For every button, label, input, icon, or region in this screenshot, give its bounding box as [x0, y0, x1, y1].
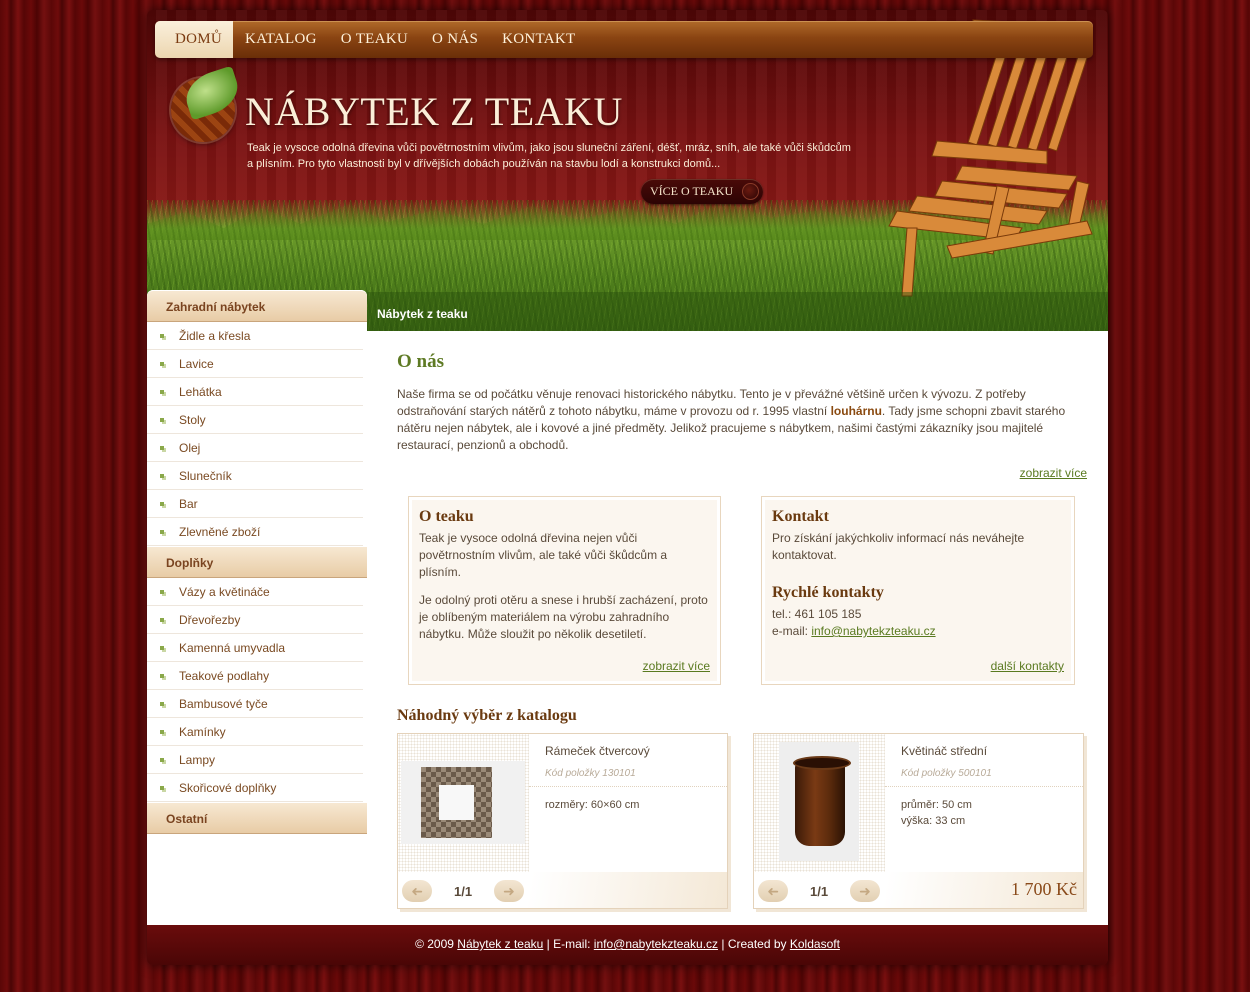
about-teak-text: Teak je vysoce odolná dřevina nejen vůči…: [419, 531, 668, 579]
sidebar-item[interactable]: Lavice: [147, 350, 363, 378]
site-title: NÁBYTEK Z TEAKU: [245, 89, 623, 134]
footer-separator: | E-mail:: [543, 937, 594, 951]
sidebar-category-garden-furniture[interactable]: Zahradní nábytek: [147, 290, 367, 322]
product-thumb-area: [398, 734, 529, 872]
footer-author-link[interactable]: Koldasoft: [790, 937, 840, 951]
square-frame-image: [421, 767, 492, 838]
breadcrumb-bar: [367, 292, 1108, 331]
product-thumb-area: [754, 734, 885, 872]
footer-site-link[interactable]: Nábytek z teaku: [457, 937, 543, 951]
quick-contacts-title: Rychlé kontakty: [772, 584, 884, 601]
product-name[interactable]: Rámeček čtvercový: [545, 744, 650, 758]
main-content: O nás Naše firma se od počátku věnuje re…: [367, 331, 1108, 925]
product-card: Květináč střední Kód položky 500101 prům…: [753, 733, 1084, 909]
sidebar-item[interactable]: Teakové podlahy: [147, 662, 363, 690]
sidebar-item[interactable]: Skořicové doplňky: [147, 774, 363, 802]
product-pager: ➜ 1/1 ➜: [398, 872, 727, 908]
breadcrumb: Nábytek z teaku: [377, 307, 468, 321]
product-name[interactable]: Květináč střední: [901, 744, 987, 758]
nav-catalog[interactable]: KATALOG: [233, 21, 329, 58]
contact-box: Kontakt Pro získání jakýchkoliv informac…: [761, 496, 1075, 685]
sidebar-item[interactable]: Dřevořezby: [147, 606, 363, 634]
next-arrow-icon[interactable]: ➜: [850, 880, 880, 902]
random-catalog-heading: Náhodný výběr z katalogu: [397, 707, 577, 724]
sidebar-item[interactable]: Bar: [147, 490, 363, 518]
prev-arrow-icon[interactable]: ➜: [758, 880, 788, 902]
nav-home[interactable]: DOMŮ: [155, 21, 234, 58]
main-navigation: DOMŮ KATALOG O TEAKU O NÁS KONTAKT: [155, 21, 1093, 58]
sidebar-item[interactable]: Lehátka: [147, 378, 363, 406]
more-about-teak-button[interactable]: VÍCE O TEAKU: [641, 179, 763, 204]
sidebar-item[interactable]: Olej: [147, 434, 363, 462]
footer-email-link[interactable]: info@nabytekzteaku.cz: [594, 937, 718, 951]
product-attribute: rozměry: 60×60 cm: [545, 799, 640, 811]
contact-email-line: e-mail: info@nabytekzteaku.cz: [772, 623, 1064, 640]
product-price: 1 700 Kč: [1011, 879, 1077, 899]
about-teak-text: Je odolný proti otěru a snese i hrubší z…: [419, 593, 708, 641]
product-attribute: průměr: 50 cm: [901, 799, 972, 811]
site-intro-text: Teak je vysoce odolná dřevina vůči povět…: [247, 142, 851, 170]
product-code: Kód položky 130101: [545, 768, 636, 779]
sidebar-item[interactable]: Židle a křesla: [147, 322, 363, 350]
sidebar-item[interactable]: Kamenná umyvadla: [147, 634, 363, 662]
sidebar-item[interactable]: Zlevněné zboží: [147, 518, 363, 546]
footer-copyright: © 2009: [415, 937, 458, 951]
flower-pot-image: [793, 756, 851, 846]
about-teak-title: O teaku: [419, 508, 474, 525]
sidebar-item[interactable]: Lampy: [147, 746, 363, 774]
nav-contact[interactable]: KONTAKT: [490, 21, 587, 58]
more-contacts-link[interactable]: další kontakty: [991, 659, 1064, 673]
about-us-text: Naše firma se od počátku věnuje renovaci…: [397, 386, 1087, 454]
pager-counter: 1/1: [810, 884, 829, 899]
sidebar-item[interactable]: Bambusové tyče: [147, 690, 363, 718]
sidebar-category-other[interactable]: Ostatní: [147, 802, 367, 834]
button-knob-icon: [742, 183, 759, 200]
prev-arrow-icon[interactable]: ➜: [402, 880, 432, 902]
contact-email-link[interactable]: info@nabytekzteaku.cz: [811, 624, 935, 638]
product-attribute: výška: 33 cm: [901, 815, 966, 827]
nav-about-teak[interactable]: O TEAKU: [329, 21, 420, 58]
sidebar: Zahradní nábytek Židle a křesla Lavice L…: [147, 290, 367, 925]
page-container: DOMŮ KATALOG O TEAKU O NÁS KONTAKT NÁBYT…: [147, 10, 1108, 965]
footer: © 2009 Nábytek z teaku | E-mail: info@na…: [147, 925, 1108, 965]
product-code: Kód položky 500101: [901, 768, 992, 779]
sidebar-item[interactable]: Stoly: [147, 406, 363, 434]
about-us-more-link[interactable]: zobrazit více: [1020, 466, 1087, 480]
page-title: O nás: [397, 351, 444, 372]
sidebar-item[interactable]: Kamínky: [147, 718, 363, 746]
contact-title: Kontakt: [772, 508, 829, 525]
product-card: Rámeček čtvercový Kód položky 130101 roz…: [397, 733, 728, 909]
sidebar-list-accessories: Vázy a květináče Dřevořezby Kamenná umyv…: [147, 578, 367, 802]
sidebar-item[interactable]: Slunečník: [147, 462, 363, 490]
next-arrow-icon[interactable]: ➜: [494, 880, 524, 902]
divider: [529, 786, 727, 787]
about-teak-more-link[interactable]: zobrazit více: [643, 659, 710, 673]
product-pager: ➜ 1/1 ➜ 1 700 Kč: [754, 872, 1083, 908]
about-teak-box: O teaku Teak je vysoce odolná dřevina ne…: [408, 496, 721, 685]
more-about-teak-label: VÍCE O TEAKU: [650, 184, 734, 198]
product-attributes: průměr: 50 cm výška: 33 cm: [901, 797, 972, 829]
nav-about-us[interactable]: O NÁS: [420, 21, 490, 58]
sidebar-item[interactable]: Vázy a květináče: [147, 578, 363, 606]
product-image[interactable]: [401, 761, 525, 844]
contact-email-label: e-mail:: [772, 624, 812, 638]
footer-separator: | Created by: [718, 937, 790, 951]
sidebar-category-accessories[interactable]: Doplňky: [147, 546, 367, 578]
header-banner: DOMŮ KATALOG O TEAKU O NÁS KONTAKT NÁBYT…: [147, 10, 1108, 331]
product-image[interactable]: [779, 742, 859, 861]
contact-text: Pro získání jakýchkoliv informací nás ne…: [772, 531, 1025, 562]
louhárna-highlight: louhárnu: [830, 404, 882, 418]
contact-phone: tel.: 461 105 185: [772, 607, 862, 621]
sidebar-list-garden-furniture: Židle a křesla Lavice Lehátka Stoly Olej…: [147, 322, 367, 546]
divider: [885, 786, 1083, 787]
pager-counter: 1/1: [454, 884, 473, 899]
product-attributes: rozměry: 60×60 cm: [545, 797, 639, 813]
